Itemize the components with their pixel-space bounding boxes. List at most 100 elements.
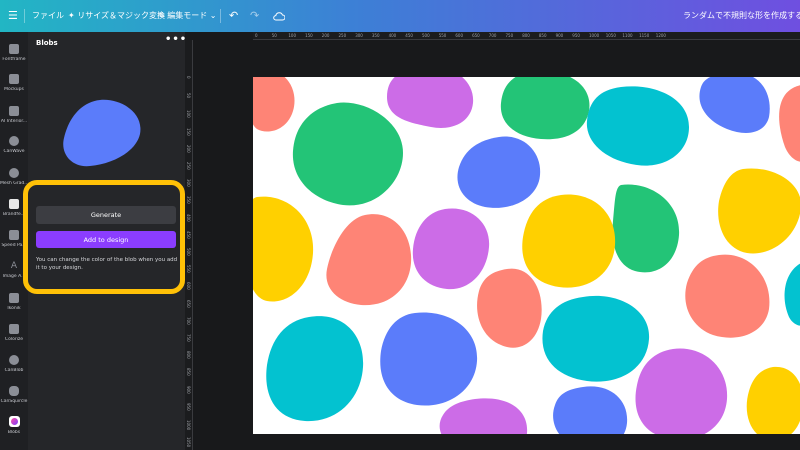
blob-shape bbox=[387, 77, 474, 128]
ruler-tick: 350 bbox=[371, 33, 380, 38]
more-options-icon[interactable]: ••• bbox=[165, 34, 187, 45]
ruler-tick: 1200 bbox=[655, 33, 666, 38]
blobs-panel: Blobs ••• Generate Add to design You can… bbox=[23, 32, 187, 450]
rail-item-cansquircle[interactable]: CanSquircle bbox=[0, 386, 28, 404]
undo-icon[interactable]: ↶ bbox=[229, 0, 238, 32]
blob-shape bbox=[635, 348, 728, 434]
blob-shape bbox=[253, 77, 295, 132]
cansquircle-icon bbox=[9, 386, 19, 396]
blob-shape bbox=[412, 208, 490, 290]
ruler-tick: 850 bbox=[538, 33, 547, 38]
ruler-tick: 800 bbox=[522, 33, 530, 38]
blob-shape bbox=[586, 86, 689, 166]
mockups-icon bbox=[9, 74, 19, 84]
ruler-tick: 350 bbox=[186, 196, 191, 205]
image-ai-icon: A bbox=[10, 261, 18, 271]
ruler-tick: 1000 bbox=[186, 420, 191, 431]
ruler-tick: 400 bbox=[388, 33, 397, 38]
ruler-tick: 1100 bbox=[622, 33, 633, 38]
hamburger-icon[interactable]: ☰ bbox=[8, 0, 18, 32]
ruler-tick: 700 bbox=[186, 316, 191, 325]
fontframe-icon bbox=[9, 44, 19, 54]
rail-item-ai-interior[interactable]: AI Interior... bbox=[0, 106, 28, 124]
mesh-gradient-icon bbox=[9, 168, 19, 178]
ruler-tick: 900 bbox=[555, 33, 564, 38]
file-menu[interactable]: ファイル bbox=[32, 0, 64, 32]
rail-item-mesh-gradient[interactable]: Mesh Grad... bbox=[0, 168, 28, 186]
canwave-icon bbox=[9, 136, 19, 146]
ruler-tick: 0 bbox=[186, 76, 191, 79]
rail-item-canblob[interactable]: CanBlob bbox=[0, 355, 28, 373]
chevron-down-icon: ⌄ bbox=[207, 11, 217, 20]
blob-shape bbox=[746, 366, 800, 434]
rail-item-blobs[interactable]: Blobs bbox=[0, 416, 28, 435]
blob-shape bbox=[542, 295, 650, 382]
blob-shape bbox=[266, 316, 364, 422]
blob-shape bbox=[522, 194, 616, 288]
editor-workspace[interactable]: 0 50 100 150 200 250 300 350 400 450 500 550 600 650 7… bbox=[185, 32, 800, 450]
ruler-tick: 150 bbox=[305, 33, 313, 38]
canblob-icon bbox=[9, 355, 19, 365]
blob-shape bbox=[253, 196, 314, 302]
rail-item-ikonik[interactable]: Ikonik bbox=[0, 293, 28, 311]
blobs-icon bbox=[8, 416, 20, 427]
ruler-tick: 100 bbox=[186, 110, 191, 119]
ruler-tick: 500 bbox=[186, 248, 191, 256]
ruler-tick: 600 bbox=[455, 33, 464, 38]
ruler-tick: 250 bbox=[338, 33, 347, 38]
blob-shape bbox=[292, 102, 403, 206]
rail-item-canwave[interactable]: CanWave bbox=[0, 136, 28, 154]
blob-shape bbox=[718, 168, 800, 254]
ruler-tick: 400 bbox=[186, 213, 191, 222]
ruler-tick: 250 bbox=[186, 162, 191, 170]
ruler-tick: 450 bbox=[186, 230, 191, 239]
ruler-tick: 1000 bbox=[589, 33, 600, 38]
ruler-tick: 100 bbox=[288, 33, 297, 38]
ruler-tick: 50 bbox=[186, 93, 191, 99]
blob-shape bbox=[457, 136, 541, 208]
ruler-tick: 950 bbox=[572, 33, 580, 38]
top-bar: ☰ ファイル ✦ リサイズ＆マジック変換 ✎ 編集モード ⌄ ↶ ↷ ランダムで… bbox=[0, 0, 800, 32]
speed-paint-icon bbox=[9, 230, 19, 240]
ruler-tick: 550 bbox=[186, 265, 191, 273]
vertical-ruler: 0 50 100 150 200 250 300 350 400 450 500 550 600 650 7… bbox=[185, 40, 193, 450]
ruler-tick: 750 bbox=[505, 33, 514, 38]
blob-shape bbox=[477, 268, 542, 348]
ruler-tick: 450 bbox=[405, 33, 413, 38]
ruler-tick: 300 bbox=[186, 179, 191, 187]
ruler-tick: 850 bbox=[186, 368, 191, 377]
blob-shape bbox=[326, 214, 412, 306]
ruler-tick: 200 bbox=[321, 33, 330, 38]
ruler-tick: 650 bbox=[186, 299, 191, 308]
blob-shape bbox=[784, 263, 800, 326]
blob-shape bbox=[779, 85, 800, 162]
ruler-tick: 1150 bbox=[639, 33, 650, 38]
resize-menu[interactable]: ✦ リサイズ＆マジック変換 bbox=[68, 0, 165, 32]
rail-item-fontframe[interactable]: Fontframe bbox=[0, 44, 28, 62]
toolbar-divider bbox=[220, 9, 221, 23]
brandfetch-icon bbox=[9, 199, 19, 209]
ruler-tick: 600 bbox=[186, 282, 191, 291]
toolbar-divider bbox=[24, 9, 25, 23]
rail-item-mockups[interactable]: Mockups bbox=[0, 74, 28, 92]
ruler-tick: 200 bbox=[186, 144, 191, 153]
ruler-tick: 300 bbox=[355, 33, 363, 38]
design-canvas[interactable] bbox=[253, 77, 800, 434]
cloud-sync-icon[interactable] bbox=[273, 0, 286, 32]
ruler-tick: 1050 bbox=[605, 33, 616, 38]
add-to-design-button[interactable]: Add to design bbox=[36, 231, 176, 248]
ruler-tick: 550 bbox=[438, 33, 447, 38]
rail-item-colorize[interactable]: Colorize bbox=[0, 324, 28, 342]
ruler-tick: 0 bbox=[255, 33, 258, 38]
redo-icon[interactable]: ↷ bbox=[250, 0, 259, 32]
colorize-icon bbox=[9, 324, 19, 334]
ruler-tick: 950 bbox=[186, 402, 191, 411]
hint-text: You can change the color of the blob whe… bbox=[36, 257, 178, 271]
ruler-tick: 1050 bbox=[186, 437, 191, 448]
ruler-tick: 50 bbox=[271, 33, 277, 38]
document-title[interactable]: ランダムで不規則な形を作成する方法-レイ bbox=[683, 0, 800, 32]
ruler-tick: 900 bbox=[186, 385, 191, 394]
edit-mode-menu[interactable]: ✎ 編集モード ⌄ bbox=[158, 0, 217, 32]
generate-button[interactable]: Generate bbox=[36, 206, 176, 224]
sparkle-icon: ✦ bbox=[68, 11, 78, 20]
